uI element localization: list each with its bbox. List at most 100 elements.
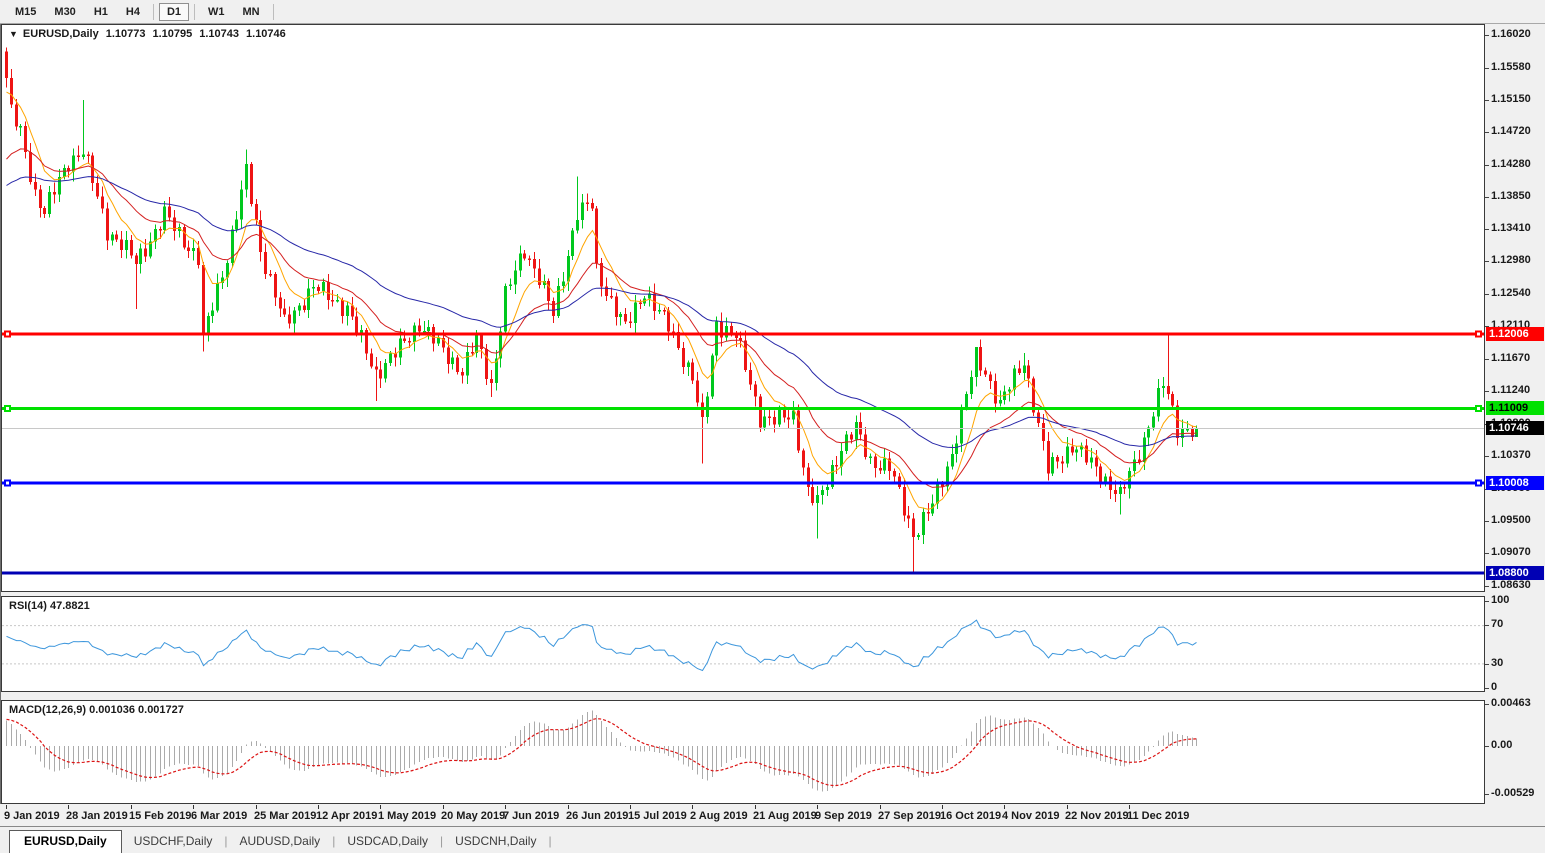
timeframe-button-d1[interactable]: D1 (159, 3, 189, 21)
time-tick-mark (817, 805, 818, 809)
price-tick-mark (1485, 456, 1489, 457)
time-tick-label: 22 Nov 2019 (1065, 810, 1129, 822)
time-tick-mark (1067, 805, 1068, 809)
price-tick-label: 1.11670 (1491, 352, 1530, 364)
price-tick-mark (1485, 100, 1489, 101)
ohlc-close: 1.10746 (246, 28, 286, 40)
time-tick-mark (380, 805, 381, 809)
time-tick-label: 16 Oct 2019 (940, 810, 1001, 822)
rsi-chart-canvas[interactable] (2, 597, 1484, 691)
price-tick-mark (1485, 294, 1489, 295)
price-tick-label: 1.12540 (1491, 287, 1531, 299)
price-scale[interactable]: 1.160201.155801.151501.147201.142801.138… (1485, 24, 1545, 805)
time-tick-mark (1004, 805, 1005, 809)
tab-usdcnh-daily[interactable]: USDCNH,Daily (443, 831, 548, 853)
time-tick-mark (692, 805, 693, 809)
rsi-tick-label: 70 (1491, 618, 1503, 630)
time-tick-label: 4 Nov 2019 (1002, 810, 1059, 822)
price-tick-mark (1485, 165, 1489, 166)
time-tick-mark (755, 805, 756, 809)
ohlc-low: 1.10743 (199, 28, 239, 40)
price-level-tag: 1.12006 (1486, 327, 1544, 341)
price-tick-mark (1485, 359, 1489, 360)
time-tick-mark (131, 805, 132, 809)
price-tick-label: 1.13850 (1491, 190, 1531, 202)
time-tick-mark (443, 805, 444, 809)
rsi-tick-label: 30 (1491, 657, 1503, 669)
time-tick-mark (505, 805, 506, 809)
macd-tick-label: 0.00463 (1491, 697, 1531, 709)
candlestick-chart-canvas[interactable] (2, 25, 1484, 591)
time-tick-label: 6 Mar 2019 (191, 810, 247, 822)
timeframe-button-w1[interactable]: W1 (200, 3, 233, 21)
price-tick-label: 1.15580 (1491, 61, 1531, 73)
time-tick-mark (880, 805, 881, 809)
price-tick-label: 1.10370 (1491, 449, 1531, 461)
rsi-tick-mark (1485, 625, 1489, 626)
price-tick-mark (1485, 586, 1489, 587)
timeframe-button-m30[interactable]: M30 (46, 3, 83, 21)
tab-separator: | (548, 834, 551, 853)
price-tick-mark (1485, 521, 1489, 522)
time-tick-label: 28 Jan 2019 (66, 810, 128, 822)
time-tick-mark (68, 805, 69, 809)
rsi-label: RSI(14) 47.8821 (9, 600, 90, 612)
time-tick-label: 12 Apr 2019 (316, 810, 377, 822)
mt4-window: { "toolbar": { "timeframes": ["M15", "M3… (0, 0, 1545, 852)
time-tick-label: 2 Aug 2019 (690, 810, 748, 822)
macd-chart-canvas[interactable] (2, 701, 1484, 803)
rsi-indicator-panel[interactable]: RSI(14) 47.8821 (1, 596, 1485, 692)
price-tick-mark (1485, 391, 1489, 392)
price-tick-mark (1485, 261, 1489, 262)
timeframe-button-mn[interactable]: MN (235, 3, 268, 21)
price-tick-label: 1.16020 (1491, 28, 1531, 40)
timeframe-toolbar: M15M30H1H4 D1 W1MN (0, 0, 1545, 24)
time-tick-label: 1 May 2019 (378, 810, 436, 822)
time-tick-label: 20 May 2019 (441, 810, 505, 822)
time-tick-mark (630, 805, 631, 809)
price-tick-label: 1.09500 (1491, 514, 1531, 526)
toolbar-separator (194, 4, 195, 20)
timeframe-button-h4[interactable]: H4 (118, 3, 148, 21)
time-tick-label: 21 Aug 2019 (753, 810, 817, 822)
time-tick-mark (568, 805, 569, 809)
macd-tick-mark (1485, 746, 1489, 747)
rsi-tick-label: 100 (1491, 594, 1509, 606)
price-tick-label: 1.11240 (1491, 384, 1530, 396)
chart-title: ▼ EURUSD,Daily 1.10773 1.10795 1.10743 1… (9, 28, 286, 40)
timeframe-button-h1[interactable]: H1 (86, 3, 116, 21)
rsi-tick-mark (1485, 664, 1489, 665)
price-tick-label: 1.14280 (1491, 158, 1531, 170)
tab-audusd-daily[interactable]: AUDUSD,Daily (228, 831, 333, 853)
time-tick-label: 15 Jul 2019 (628, 810, 687, 822)
time-tick-mark (256, 805, 257, 809)
macd-indicator-panel[interactable]: MACD(12,26,9) 0.001036 0.001727 (1, 700, 1485, 804)
macd-tick-mark (1485, 704, 1489, 705)
price-tick-mark (1485, 197, 1489, 198)
main-chart-panel[interactable]: ▼ EURUSD,Daily 1.10773 1.10795 1.10743 1… (1, 24, 1485, 592)
price-tick-mark (1485, 35, 1489, 36)
price-tick-mark (1485, 229, 1489, 230)
macd-tick-mark (1485, 794, 1489, 795)
price-tick-label: 1.15150 (1491, 93, 1531, 105)
price-tick-label: 1.09070 (1491, 546, 1531, 558)
timeframe-button-m15[interactable]: M15 (7, 3, 44, 21)
tab-usdcad-daily[interactable]: USDCAD,Daily (335, 831, 440, 853)
price-level-tag: 1.10008 (1486, 476, 1544, 490)
time-tick-label: 9 Jan 2019 (4, 810, 60, 822)
time-tick-label: 27 Sep 2019 (878, 810, 941, 822)
symbol-dropdown-icon[interactable]: ▼ (9, 29, 18, 39)
rsi-tick-mark (1485, 688, 1489, 689)
price-level-tag: 1.11009 (1486, 401, 1544, 415)
chart-tab-bar: EURUSD,DailyUSDCHF,Daily|AUDUSD,Daily|US… (0, 826, 1545, 853)
time-tick-mark (6, 805, 7, 809)
time-tick-mark (318, 805, 319, 809)
tab-eurusd-daily[interactable]: EURUSD,Daily (9, 830, 122, 853)
time-tick-label: 9 Sep 2019 (815, 810, 872, 822)
tab-usdchf-daily[interactable]: USDCHF,Daily (122, 831, 225, 853)
macd-tick-label: -0.00529 (1491, 787, 1534, 799)
macd-label: MACD(12,26,9) 0.001036 0.001727 (9, 704, 184, 716)
price-tick-mark (1485, 68, 1489, 69)
time-axis[interactable]: 9 Jan 201928 Jan 201915 Feb 20196 Mar 20… (1, 804, 1485, 826)
price-level-tag: 1.10746 (1486, 421, 1544, 435)
